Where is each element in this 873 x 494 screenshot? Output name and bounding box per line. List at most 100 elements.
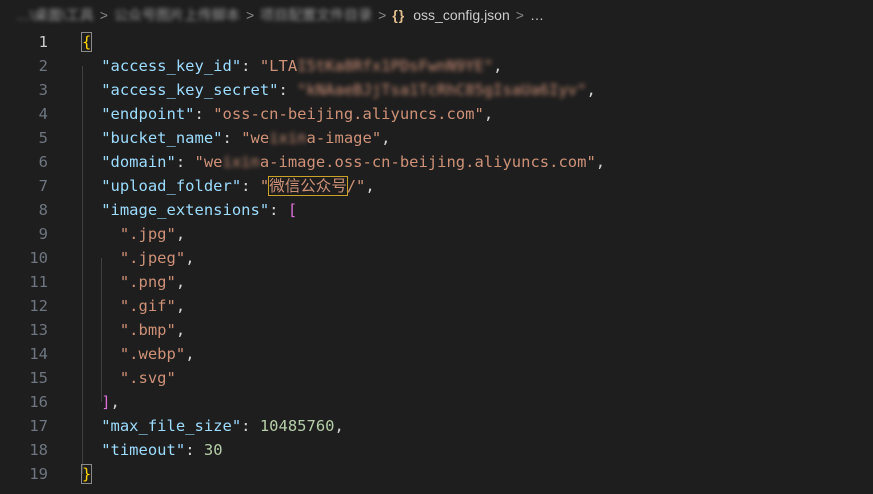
code-token: "oss-cn-beijing.aliyuncs.com" <box>213 105 484 123</box>
code-content: "access_key_id": "LTAI5tKa8Rfx1PDsFwnN9Y… <box>101 54 502 78</box>
line-number: 4 <box>38 105 48 123</box>
code-token: , <box>185 345 195 363</box>
code-content: "timeout": 30 <box>101 438 222 462</box>
code-token: : <box>175 153 195 171</box>
line-number: 3 <box>38 81 48 99</box>
code-line[interactable]: 16], <box>0 390 873 414</box>
chevron-right-icon: > <box>515 7 524 23</box>
line-number: 13 <box>29 321 48 339</box>
code-token: : <box>278 81 298 99</box>
code-token: "endpoint" <box>101 105 195 123</box>
code-token: , <box>586 81 596 99</box>
code-line[interactable]: 8 "image_extensions": [ <box>0 198 873 222</box>
code-token: 10485760 <box>259 417 335 435</box>
code-token: /" <box>346 177 366 195</box>
code-token: : <box>185 441 204 459</box>
line-number: 9 <box>38 225 48 243</box>
code-content: "access_key_secret": "kNAaeBJjTsa1TcRhC8… <box>101 78 596 102</box>
code-token: 30 <box>203 441 223 459</box>
code-line[interactable]: 7 "upload_folder": "微信公众号/", <box>0 174 873 198</box>
line-number: 8 <box>38 201 48 219</box>
code-token: : <box>194 105 214 123</box>
code-line[interactable]: 6 "domain": "weixina-image.oss-cn-beijing… <box>0 150 873 174</box>
code-token: ".jpg" <box>101 225 176 243</box>
code-token: "LTA <box>259 57 298 75</box>
code-token: "bucket_name" <box>101 129 223 147</box>
code-token: a-image.oss-cn-beijing.aliyuncs.com" <box>259 153 596 171</box>
code-token: , <box>595 153 606 171</box>
code-line[interactable]: 14 ".webp", <box>0 342 873 366</box>
breadcrumb-symbols[interactable]: … <box>530 7 544 23</box>
code-token: ".webp" <box>101 345 186 363</box>
breadcrumb-folder-1[interactable]: …\桌面\工具 <box>16 5 94 25</box>
code-token: a-image" <box>306 129 382 147</box>
line-number: 1 <box>38 33 48 51</box>
code-line[interactable]: 12 ".gif", <box>0 294 873 318</box>
code-line[interactable]: 10 ".jpeg", <box>0 246 873 270</box>
code-line[interactable]: 1{ <box>0 30 873 54</box>
code-line[interactable]: 9 ".jpg", <box>0 222 873 246</box>
chevron-right-icon: > <box>378 7 387 23</box>
code-line[interactable]: 18 "timeout": 30 <box>0 438 873 462</box>
line-number: 17 <box>29 417 48 435</box>
breadcrumb-folder-2[interactable]: 公众号图片上传脚本 <box>114 5 240 25</box>
code-token: "image_extensions" <box>101 201 270 219</box>
code-token: ] <box>101 393 111 411</box>
code-token: : <box>222 129 242 147</box>
line-number: 14 <box>29 345 48 363</box>
code-token: "we <box>194 153 223 171</box>
code-token: , <box>110 393 120 411</box>
code-token: , <box>175 297 186 315</box>
code-content: { <box>80 30 93 54</box>
line-number: 10 <box>29 249 48 267</box>
code-token: "kNAaeBJjTsa1TcRhC85gIsaUa6Iyv" <box>297 81 587 99</box>
code-token: I5tKa8Rfx1PDsFwnN9YE" <box>297 57 494 75</box>
code-token: , <box>175 273 186 291</box>
line-number: 16 <box>29 393 48 411</box>
line-number: 12 <box>29 297 48 315</box>
code-line[interactable]: 4 "endpoint": "oss-cn-beijing.aliyuncs.co… <box>0 102 873 126</box>
code-token: [ <box>287 201 298 219</box>
code-content: ".jpg", <box>101 222 185 246</box>
code-line[interactable]: 2 "access_key_id": "LTAI5tKa8Rfx1PDsFwnN9… <box>0 54 873 78</box>
code-token: , <box>381 129 391 147</box>
code-line[interactable]: 11 ".png", <box>0 270 873 294</box>
code-token: : <box>269 201 288 219</box>
code-content: "max_file_size": 10485760, <box>101 414 344 438</box>
code-token: 微信公众号 <box>268 176 348 196</box>
code-token: , <box>175 321 186 339</box>
code-content: ], <box>101 390 120 414</box>
line-number: 2 <box>38 57 48 75</box>
code-line[interactable]: 3 "access_key_secret": "kNAaeBJjTsa1TcRhC… <box>0 78 873 102</box>
line-number: 18 <box>29 441 48 459</box>
code-line[interactable]: 13 ".bmp", <box>0 318 873 342</box>
code-content: ".webp", <box>101 342 195 366</box>
code-token: : <box>241 417 260 435</box>
code-token: : <box>241 177 260 195</box>
code-content: ".gif", <box>101 294 185 318</box>
code-line[interactable]: 19} <box>0 462 873 486</box>
json-file-icon: {} <box>392 7 406 23</box>
code-line[interactable]: 5 "bucket_name": "weixina-image", <box>0 126 873 150</box>
code-token: "max_file_size" <box>101 417 242 435</box>
code-line[interactable]: 15 ".svg" <box>0 366 873 390</box>
code-content: "image_extensions": [ <box>101 198 297 222</box>
code-token: : <box>241 57 260 75</box>
line-number: 5 <box>38 129 48 147</box>
breadcrumb-file[interactable]: oss_config.json <box>413 7 510 23</box>
code-token: "we <box>241 129 270 147</box>
breadcrumb-folder-3[interactable]: 项目配置文件目录 <box>260 5 372 25</box>
code-token: , <box>483 105 494 123</box>
code-token: "access_key_id" <box>101 57 242 75</box>
code-editor[interactable]: 1{2 "access_key_id": "LTAI5tKa8Rfx1PDsFwn… <box>0 30 873 494</box>
code-token: } <box>80 464 93 484</box>
code-token: ".png" <box>101 273 176 291</box>
breadcrumb: …\桌面\工具 > 公众号图片上传脚本 > 项目配置文件目录 > {} oss_… <box>0 0 873 30</box>
code-content: ".svg" <box>101 366 176 390</box>
code-content: "domain": "weixina-image.oss-cn-beijing.… <box>101 150 605 174</box>
chevron-right-icon: > <box>245 7 255 23</box>
code-token: " <box>259 177 270 195</box>
code-line[interactable]: 17 "max_file_size": 10485760, <box>0 414 873 438</box>
code-token: , <box>493 57 503 75</box>
code-token: , <box>185 249 195 267</box>
